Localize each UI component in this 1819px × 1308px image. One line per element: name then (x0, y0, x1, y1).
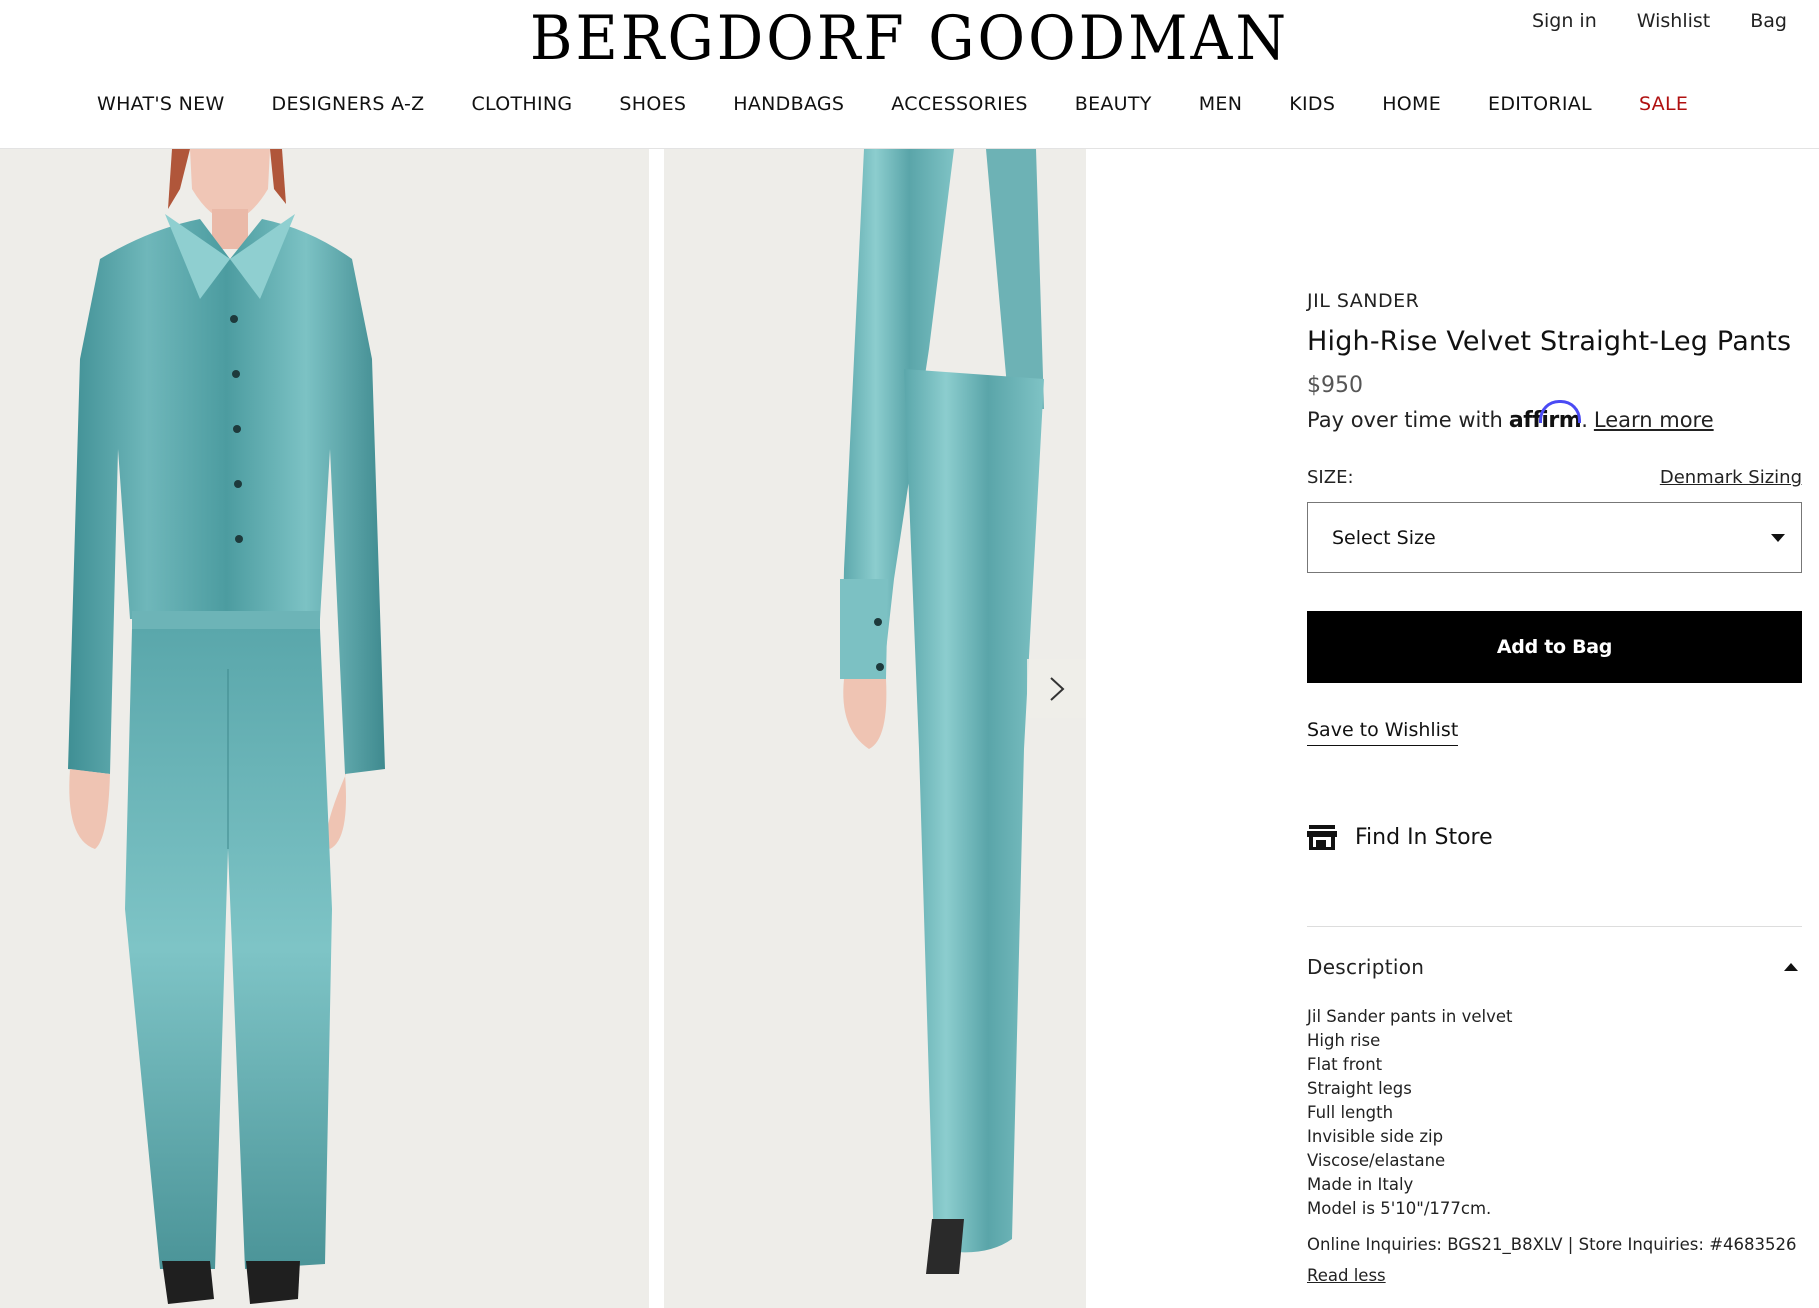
next-image-button[interactable] (1027, 659, 1086, 718)
product-title: High-Rise Velvet Straight-Leg Pants (1307, 326, 1792, 357)
find-in-store-button[interactable]: Find In Store (1307, 824, 1802, 850)
save-to-wishlist-link[interactable]: Save to Wishlist (1307, 719, 1459, 746)
product-price: $950 (1307, 373, 1363, 398)
bag-link[interactable]: Bag (1750, 10, 1787, 32)
nav-sale[interactable]: SALE (1639, 93, 1688, 115)
affirm-prefix: Pay over time with (1307, 408, 1503, 432)
nav-men[interactable]: MEN (1199, 93, 1243, 115)
nav-shoes[interactable]: SHOES (619, 93, 686, 115)
add-to-bag-button[interactable]: Add to Bag (1307, 611, 1802, 683)
size-select-value: Select Size (1332, 526, 1436, 549)
description-item: Full length (1307, 1103, 1394, 1122)
store-icon (1307, 825, 1337, 850)
description-heading: Description (1307, 955, 1425, 979)
sign-in-link[interactable]: Sign in (1532, 10, 1597, 32)
affirm-logo: affirm (1508, 400, 1582, 433)
product-brand[interactable]: JIL SANDER (1307, 290, 1802, 312)
affirm-dot: . (1581, 408, 1588, 432)
section-divider (1307, 926, 1802, 927)
caret-down-icon (1771, 533, 1785, 542)
product-image-side[interactable] (664, 149, 1086, 1308)
caret-up-icon (1784, 963, 1798, 971)
product-image-front[interactable] (0, 149, 649, 1308)
sizing-guide-link[interactable]: Denmark Sizing (1660, 467, 1802, 488)
nav-whats-new[interactable]: WHAT'S NEW (97, 93, 225, 115)
nav-kids[interactable]: KIDS (1289, 93, 1335, 115)
learn-more-link[interactable]: Learn more (1594, 408, 1714, 432)
description-item: Made in Italy (1307, 1175, 1414, 1194)
description-item: Viscose/elastane (1307, 1151, 1446, 1170)
inquiry-codes: Online Inquiries: BGS21_B8XLV | Store In… (1307, 1235, 1797, 1254)
nav-handbags[interactable]: HANDBAGS (733, 93, 844, 115)
model-side-illustration (664, 149, 1086, 1308)
find-in-store-label: Find In Store (1355, 824, 1493, 850)
nav-designers[interactable]: DESIGNERS A-Z (272, 93, 425, 115)
affirm-message: Pay over time with affirm. Learn more (1307, 400, 1802, 433)
model-front-illustration (0, 149, 649, 1308)
size-row: SIZE: Denmark Sizing (1307, 467, 1802, 488)
wishlist-link[interactable]: Wishlist (1637, 10, 1711, 32)
nav-beauty[interactable]: BEAUTY (1075, 93, 1152, 115)
description-item: Flat front (1307, 1055, 1383, 1074)
nav-clothing[interactable]: CLOTHING (471, 93, 572, 115)
description-item: Jil Sander pants in velvet (1307, 1007, 1513, 1026)
nav-home[interactable]: HOME (1382, 93, 1441, 115)
read-less-link[interactable]: Read less (1307, 1266, 1386, 1285)
description-item: Straight legs (1307, 1079, 1412, 1098)
product-details: JIL SANDER High-Rise Velvet Straight-Leg… (1307, 290, 1802, 1286)
description-item: Model is 5'10"/177cm. (1307, 1199, 1492, 1218)
image-gap (649, 149, 664, 1308)
nav-editorial[interactable]: EDITORIAL (1488, 93, 1592, 115)
size-label: SIZE: (1307, 467, 1354, 488)
description-toggle[interactable]: Description (1307, 955, 1802, 979)
description-item: High rise (1307, 1031, 1381, 1050)
utility-nav: Sign in Wishlist Bag (1532, 10, 1787, 32)
size-select[interactable]: Select Size (1307, 502, 1802, 573)
nav-accessories[interactable]: ACCESSORIES (891, 93, 1027, 115)
main-nav: WHAT'S NEW DESIGNERS A-Z CLOTHING SHOES HAND… (97, 93, 1735, 115)
description-item: Invisible side zip (1307, 1127, 1444, 1146)
chevron-right-icon (1049, 676, 1064, 701)
description-list: Jil Sander pants in velvet High rise Flat … (1307, 1005, 1802, 1221)
